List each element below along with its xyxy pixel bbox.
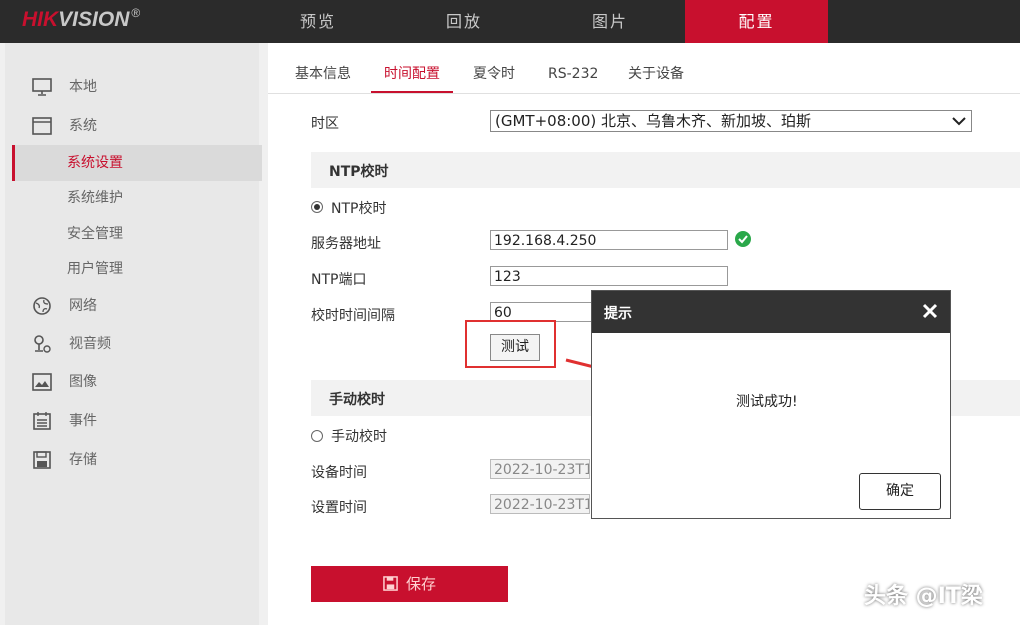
save-icon: [383, 576, 398, 591]
globe-icon: [32, 297, 52, 315]
sidebar-subitem-users[interactable]: 用户管理: [67, 254, 123, 284]
mic-icon: [32, 335, 52, 353]
manual-radio[interactable]: [311, 430, 323, 442]
nav-tab-configuration[interactable]: 配置: [685, 0, 828, 43]
set-time-label: 设置时间: [311, 497, 367, 517]
tab-dst[interactable]: 夏令时: [473, 57, 515, 91]
save-button[interactable]: 保存: [311, 566, 508, 602]
sidebar-item-label: 网络: [69, 291, 97, 321]
tab-about-device[interactable]: 关于设备: [628, 57, 684, 91]
set-time-input[interactable]: 2022-10-23T1: [490, 494, 590, 514]
nav-tab-playback[interactable]: 回放: [408, 0, 520, 43]
device-time-label: 设备时间: [311, 462, 367, 482]
timezone-value: (GMT+08:00) 北京、乌鲁木齐、新加坡、珀斯: [495, 112, 811, 130]
ntp-radio[interactable]: [311, 201, 323, 213]
calendar-icon: [32, 412, 52, 430]
tab-basic-info[interactable]: 基本信息: [295, 57, 351, 91]
hikvision-logo: HIKVISION®: [22, 8, 140, 32]
tab-rs232[interactable]: RS-232: [548, 57, 598, 91]
close-icon[interactable]: [920, 301, 940, 321]
sidebar-item-label: 本地: [69, 72, 97, 102]
watermark: 头条 @IT梁: [864, 578, 983, 610]
chevron-down-icon: [951, 113, 967, 129]
tab-time-settings[interactable]: 时间配置: [371, 57, 453, 93]
window-icon: [32, 117, 52, 135]
server-address-label: 服务器地址: [311, 233, 381, 253]
sidebar-subitem-system-settings[interactable]: 系统设置: [67, 148, 123, 178]
ntp-port-input[interactable]: 123: [490, 266, 728, 286]
dialog-title: 提示: [604, 303, 632, 323]
timezone-label: 时区: [311, 113, 339, 133]
sidebar-subitem-security[interactable]: 安全管理: [67, 219, 123, 249]
nav-tab-preview[interactable]: 预览: [262, 0, 374, 43]
message-dialog: 提示 测试成功! 确定: [591, 290, 951, 519]
sidebar-item-label: 视音频: [69, 329, 111, 359]
server-address-input[interactable]: 192.168.4.250: [490, 230, 728, 250]
sidebar-item-label: 系统: [69, 111, 97, 141]
dialog-header: 提示: [592, 291, 950, 333]
sidebar-item-label: 图像: [69, 367, 97, 397]
sync-interval-label: 校时时间间隔: [311, 305, 395, 325]
sidebar-item-label: 事件: [69, 406, 97, 436]
save-button-label: 保存: [406, 575, 436, 593]
top-navigation-bar: HIKVISION® 预览 回放 图片 配置: [0, 0, 1020, 43]
ntp-port-label: NTP端口: [311, 269, 366, 289]
save-icon: [32, 451, 52, 469]
device-time-input: 2022-10-23T1: [490, 459, 590, 479]
config-tabs: 基本信息 时间配置 夏令时 RS-232 关于设备: [268, 57, 1020, 94]
dialog-message: 测试成功!: [736, 391, 798, 411]
ntp-section-header: NTP校时: [311, 152, 1020, 188]
nav-tab-picture[interactable]: 图片: [554, 0, 666, 43]
highlight-box: [465, 320, 556, 368]
monitor-icon: [32, 78, 52, 96]
timezone-select[interactable]: (GMT+08:00) 北京、乌鲁木齐、新加坡、珀斯: [490, 110, 972, 132]
sidebar-active-indicator: [12, 145, 262, 181]
image-icon: [32, 373, 52, 391]
sidebar-subitem-system-maintenance[interactable]: 系统维护: [67, 183, 123, 213]
manual-radio-label: 手动校时: [331, 426, 387, 446]
ntp-radio-label: NTP校时: [331, 198, 386, 218]
success-check-icon: [735, 231, 751, 247]
ok-button[interactable]: 确定: [859, 473, 941, 510]
sidebar-item-label: 存储: [69, 445, 97, 475]
